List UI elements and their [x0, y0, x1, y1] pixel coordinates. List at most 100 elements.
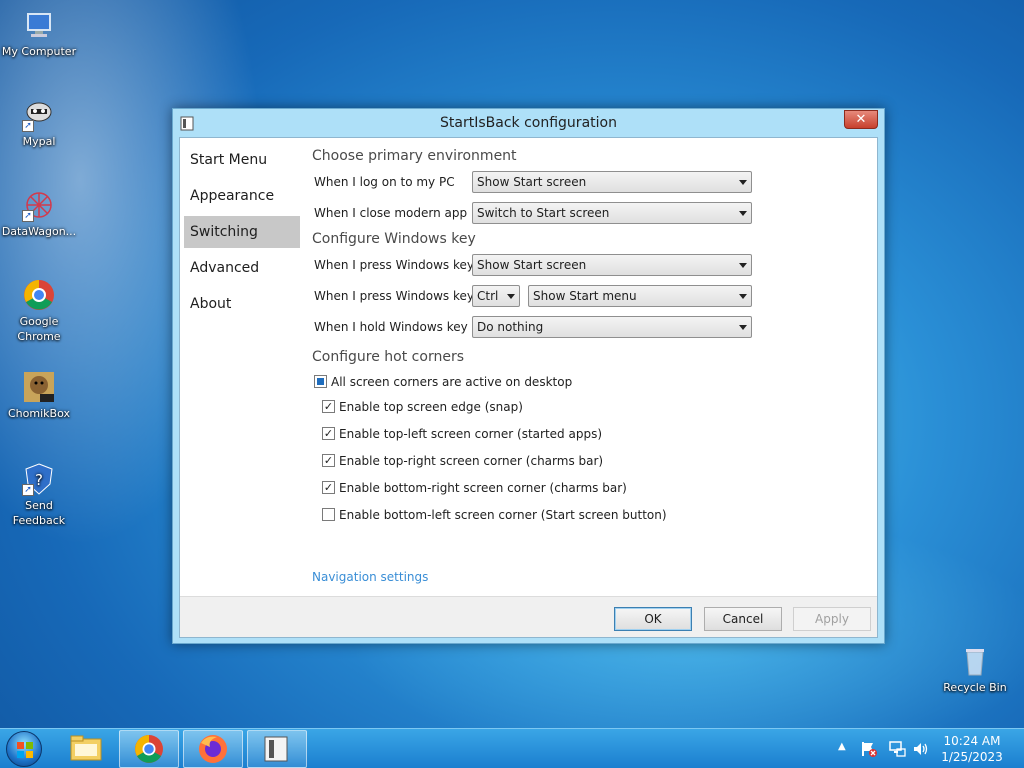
chrome-icon	[135, 735, 163, 763]
close-modern-app-dropdown[interactable]: Switch to Start screen	[472, 202, 752, 224]
firefox-icon	[199, 735, 227, 763]
shortcut-arrow-icon: ➚	[22, 120, 34, 132]
system-tray: ▲	[836, 729, 936, 768]
clock-date: 1/25/2023	[941, 750, 1003, 764]
taskbar-chrome[interactable]	[119, 730, 179, 768]
desktop-icon-label: Recycle Bin	[943, 681, 1007, 694]
windows-start-orb[interactable]	[6, 731, 42, 767]
section-heading-hot-corners: Configure hot corners	[312, 349, 464, 365]
section-heading-primary-environment: Choose primary environment	[312, 148, 517, 164]
chevron-down-icon	[739, 263, 747, 268]
taskbar-clock[interactable]: 10:24 AM 1/25/2023	[934, 733, 1010, 765]
network-icon[interactable]	[888, 740, 906, 761]
top-left-corner-checkbox-row[interactable]: ✓ Enable top-left screen corner (started…	[322, 427, 722, 443]
navigation-settings-link[interactable]: Navigation settings	[312, 570, 428, 584]
recycle-bin-icon	[958, 644, 992, 678]
desktop-icon-label: Send Feedback	[12, 499, 66, 527]
mypal-icon: ➚	[22, 98, 56, 132]
config-window: StartIsBack configuration ✕ Start Menu A…	[172, 108, 885, 644]
bottom-left-corner-checkbox-row[interactable]: Enable bottom-left screen corner (Start …	[322, 508, 722, 524]
chrome-icon	[22, 278, 56, 312]
modifier-key-dropdown-value: Ctrl	[477, 289, 499, 303]
bottom-right-corner-checkbox-row[interactable]: ✓ Enable bottom-right screen corner (cha…	[322, 481, 722, 497]
desktop-icon-chomikbox[interactable]: ChomikBox	[0, 370, 78, 421]
show-hidden-icons-chevron-icon[interactable]: ▲	[838, 741, 846, 752]
action-center-flag-icon[interactable]	[860, 740, 878, 761]
desktop-icon-label: ChomikBox	[8, 407, 70, 420]
file-explorer-icon	[70, 735, 102, 761]
window-titlebar[interactable]: StartIsBack configuration ✕	[173, 109, 884, 137]
desktop-icon-mypal[interactable]: ➚ Mypal	[0, 98, 78, 149]
dialog-footer: OK Cancel Apply	[180, 596, 877, 637]
taskbar-file-explorer[interactable]	[56, 730, 116, 768]
desktop-icon-label: Google Chrome	[17, 315, 61, 343]
window-client-area: Start Menu Appearance Switching Advanced…	[179, 137, 878, 638]
desktop-icon-my-computer[interactable]: My Computer	[0, 8, 78, 59]
all-corners-checkbox-row[interactable]: All screen corners are active on desktop	[314, 375, 714, 391]
shortcut-arrow-icon: ➚	[22, 210, 34, 222]
svg-text:?: ?	[35, 471, 43, 489]
sidebar-item-appearance[interactable]: Appearance	[184, 180, 300, 212]
sidebar-item-advanced[interactable]: Advanced	[184, 252, 300, 284]
chevron-down-icon	[739, 211, 747, 216]
desktop-icon-datawagon[interactable]: ➚ DataWagon...	[0, 188, 78, 239]
apply-button[interactable]: Apply	[793, 607, 871, 631]
hold-windows-key-label: When I hold Windows key	[314, 320, 468, 334]
hold-windows-key-dropdown[interactable]: Do nothing	[472, 316, 752, 338]
press-windows-key-combo-label: When I press Windows key +	[314, 289, 488, 303]
combo-action-dropdown-value: Show Start menu	[533, 289, 637, 303]
sidebar-item-start-menu[interactable]: Start Menu	[184, 144, 300, 176]
logon-dropdown-value: Show Start screen	[477, 175, 587, 189]
top-edge-checkbox-row[interactable]: ✓ Enable top screen edge (snap)	[322, 400, 722, 416]
top-edge-checkbox[interactable]: ✓	[322, 400, 335, 413]
bottom-left-corner-label: Enable bottom-left screen corner (Start …	[339, 508, 667, 522]
taskbar-startisback[interactable]	[247, 730, 307, 768]
press-windows-key-label: When I press Windows key	[314, 258, 475, 272]
close-button[interactable]: ✕	[844, 110, 878, 129]
close-modern-app-label: When I close modern app	[314, 206, 468, 220]
ok-button[interactable]: OK	[614, 607, 692, 631]
modifier-key-dropdown[interactable]: Ctrl	[472, 285, 520, 307]
close-modern-app-dropdown-value: Switch to Start screen	[477, 206, 610, 220]
hold-windows-key-dropdown-value: Do nothing	[477, 320, 544, 334]
press-windows-key-dropdown[interactable]: Show Start screen	[472, 254, 752, 276]
top-right-corner-checkbox[interactable]: ✓	[322, 454, 335, 467]
press-windows-key-dropdown-value: Show Start screen	[477, 258, 587, 272]
desktop-icon-label: DataWagon...	[1, 225, 77, 238]
taskbar-firefox[interactable]	[183, 730, 243, 768]
combo-action-dropdown[interactable]: Show Start menu	[528, 285, 752, 307]
bottom-right-corner-label: Enable bottom-right screen corner (charm…	[339, 481, 627, 495]
logon-label: When I log on to my PC	[314, 175, 455, 189]
desktop-icon-recycle-bin[interactable]: Recycle Bin	[936, 644, 1014, 695]
bottom-left-corner-checkbox[interactable]	[322, 508, 335, 521]
cancel-button[interactable]: Cancel	[704, 607, 782, 631]
feedback-shield-icon: ? ➚	[22, 462, 56, 496]
desktop-icon-google-chrome[interactable]: Google Chrome	[0, 278, 78, 344]
sidebar-item-about[interactable]: About	[184, 288, 300, 320]
all-corners-label: All screen corners are active on desktop	[331, 375, 573, 389]
computer-icon	[22, 8, 56, 42]
desktop-icon-label: Mypal	[22, 135, 56, 148]
startisback-icon	[264, 736, 288, 762]
datawagon-icon: ➚	[22, 188, 56, 222]
bottom-right-corner-checkbox[interactable]: ✓	[322, 481, 335, 494]
chomikbox-icon	[22, 370, 56, 404]
top-left-corner-checkbox[interactable]: ✓	[322, 427, 335, 440]
volume-icon[interactable]	[912, 740, 930, 761]
sidebar-item-switching[interactable]: Switching	[184, 216, 300, 248]
top-left-corner-label: Enable top-left screen corner (started a…	[339, 427, 603, 441]
sidebar: Start Menu Appearance Switching Advanced…	[180, 138, 302, 596]
desktop-icon-label: My Computer	[1, 45, 77, 58]
top-right-corner-checkbox-row[interactable]: ✓ Enable top-right screen corner (charms…	[322, 454, 722, 470]
chevron-down-icon	[739, 325, 747, 330]
settings-panel: Choose primary environment When I log on…	[310, 138, 875, 596]
clock-time: 10:24 AM	[943, 734, 1001, 748]
chevron-down-icon	[739, 294, 747, 299]
desktop-icon-send-feedback[interactable]: ? ➚ Send Feedback	[0, 462, 78, 528]
section-heading-windows-key: Configure Windows key	[312, 231, 476, 247]
taskbar: ▲ 10:24 AM 1/25/2023	[0, 728, 1024, 768]
logon-dropdown[interactable]: Show Start screen	[472, 171, 752, 193]
all-corners-checkbox[interactable]	[314, 375, 327, 388]
top-edge-label: Enable top screen edge (snap)	[339, 400, 523, 414]
chevron-down-icon	[739, 180, 747, 185]
